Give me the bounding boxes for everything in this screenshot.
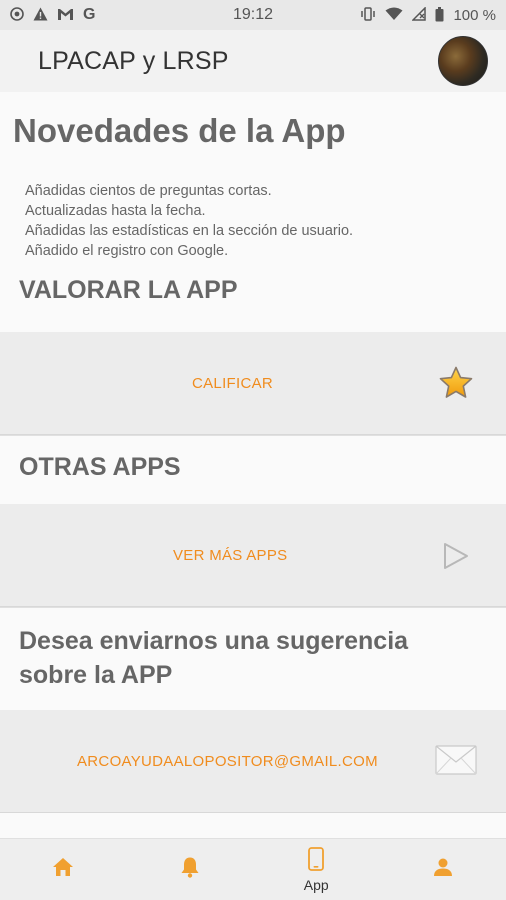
rate-title: VALORAR LA APP — [19, 276, 238, 304]
gmail-icon — [57, 8, 74, 23]
status-left-icons: G — [10, 7, 190, 23]
google-icon: G — [83, 6, 96, 23]
news-list: Añadidas cientos de preguntas cortas. Ac… — [0, 172, 506, 261]
status-bar: G 19:12 100 % — [0, 0, 506, 30]
app-title: LPACAP y LRSP — [38, 46, 229, 75]
avatar[interactable] — [438, 36, 488, 86]
phone-icon — [308, 846, 325, 876]
status-right-icons: 100 % — [316, 6, 496, 24]
home-icon — [52, 857, 74, 882]
rate-button[interactable]: CALIFICAR — [0, 332, 506, 435]
more-apps-label: VER MÁS APPS — [173, 547, 288, 564]
battery-percent: 100 % — [453, 6, 496, 24]
news-item: Añadidas las estadísticas en la sección … — [25, 223, 354, 239]
vibrate-icon — [360, 7, 376, 23]
suggestion-section-header: Desea enviarnos una sugerencia sobre la … — [0, 607, 506, 710]
other-apps-title: OTRAS APPS — [19, 453, 181, 481]
nav-app-label: App — [303, 876, 329, 893]
status-time: 19:12 — [232, 6, 274, 23]
star-icon — [438, 366, 474, 405]
no-signal-icon — [411, 6, 427, 23]
bottom-nav: App — [0, 838, 506, 900]
content-bottom-spacer — [0, 813, 506, 838]
news-item: Añadidas cientos de preguntas cortas. — [25, 183, 272, 199]
play-icon — [443, 542, 469, 575]
suggestion-title-line1: Desea enviarnos una sugerencia — [19, 627, 409, 655]
mail-icon — [435, 745, 477, 780]
wifi-icon — [385, 7, 403, 23]
main-content[interactable]: Novedades de la App Añadidas cientos de … — [0, 92, 506, 838]
other-apps-section-header: OTRAS APPS — [0, 435, 506, 504]
email-label: ARCOAYUDAALOPOSITOR@GMAIL.COM — [77, 753, 378, 770]
rate-label: CALIFICAR — [192, 375, 274, 392]
user-icon — [433, 857, 453, 882]
radio-icon — [10, 7, 24, 23]
bell-icon — [180, 856, 200, 883]
nav-home[interactable] — [0, 839, 127, 900]
rate-section-header: VALORAR LA APP — [0, 272, 506, 332]
app-bar: LPACAP y LRSP — [0, 30, 506, 92]
news-section: Novedades de la App Añadidas cientos de … — [0, 92, 506, 272]
news-item: Añadido el registro con Google. — [25, 243, 229, 259]
email-button[interactable]: ARCOAYUDAALOPOSITOR@GMAIL.COM — [0, 710, 506, 813]
nav-notifications[interactable] — [127, 839, 254, 900]
news-item: Actualizadas hasta la fecha. — [25, 203, 206, 219]
suggestion-title-line2: sobre la APP — [19, 661, 173, 689]
nav-profile[interactable] — [380, 839, 506, 900]
news-title: Novedades de la App — [13, 112, 346, 149]
nav-app[interactable]: App — [253, 839, 380, 900]
alert-icon — [33, 7, 48, 23]
more-apps-button[interactable]: VER MÁS APPS — [0, 504, 506, 607]
battery-icon — [435, 6, 444, 24]
